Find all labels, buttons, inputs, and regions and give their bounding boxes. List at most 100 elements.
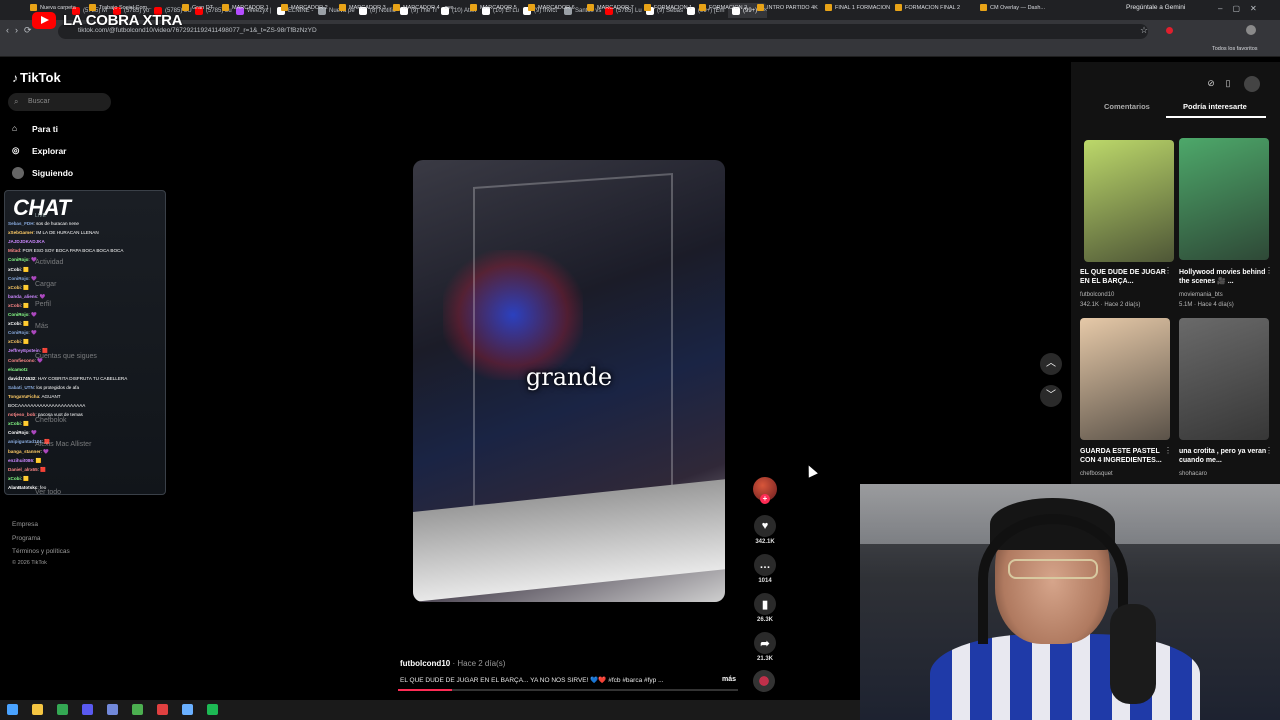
address-bar[interactable]: tiktok.com/@futbolcond10/video/767292119… — [58, 24, 1148, 39]
device-icon[interactable]: ▯ — [1222, 78, 1234, 90]
footer-link[interactable]: Empresa — [12, 521, 38, 528]
more-options-icon[interactable]: ⋮ — [1164, 266, 1172, 275]
tiktok-note-icon: ♪ — [12, 71, 18, 85]
author-name[interactable]: futbolcond10 — [400, 659, 450, 668]
bookmark-item[interactable]: MARCADOR 2 — [281, 4, 328, 11]
folder-icon — [339, 4, 346, 11]
explorer-icon[interactable] — [32, 704, 43, 715]
footer-link[interactable]: Términos y políticas — [12, 548, 70, 555]
bookmark-item[interactable]: Gran DT — [182, 4, 213, 11]
video-card-author[interactable]: moviemania_bts — [1179, 292, 1223, 298]
home-icon: ⌂ — [12, 123, 18, 133]
windows-icon[interactable] — [7, 704, 18, 715]
folder-icon — [528, 4, 535, 11]
discord-icon[interactable] — [107, 704, 118, 715]
like-button[interactable]: ♥ 342.1K — [752, 515, 778, 545]
window-controls[interactable]: –▢✕ — [1218, 4, 1267, 13]
browser-icon[interactable] — [157, 704, 168, 715]
profile-avatar[interactable] — [1246, 25, 1256, 35]
video-card-title[interactable]: EL QUE DUDE DE JUGAR EN EL BARÇA... — [1080, 268, 1172, 286]
previous-video-button[interactable]: ︿ — [1040, 353, 1062, 375]
bookmark-item[interactable]: FORMACION 2 — [699, 4, 747, 11]
all-bookmarks-link[interactable]: Todos los favoritos — [1212, 46, 1258, 52]
chat-message: xCobi: 🟨 — [8, 339, 29, 345]
bookmark-item[interactable]: MARCADOR 6 — [528, 4, 575, 11]
like-count: 342.1K — [755, 539, 775, 545]
footer-link[interactable]: Programa — [12, 535, 41, 542]
folder-icon — [89, 4, 96, 11]
tiktok-logo[interactable]: ♪ TikTok — [12, 70, 61, 85]
bookmark-item[interactable]: CM Overlay — Dash... — [980, 4, 1045, 11]
chat-message: xCobi: 🟨 — [8, 321, 29, 327]
chat-username: xCobi — [8, 302, 21, 308]
video-card-thumb[interactable] — [1084, 140, 1174, 262]
bookmark-star-icon[interactable]: ☆ — [1140, 25, 1148, 36]
nav-label: Para ti — [32, 124, 58, 134]
folder-icon — [644, 4, 651, 11]
extension-icon[interactable] — [1166, 27, 1173, 34]
bookmark-icon: ▮ — [754, 593, 776, 615]
nav-item-para-ti[interactable]: ⌂ Para ti — [12, 123, 58, 135]
obs-icon[interactable] — [132, 704, 143, 715]
search-input[interactable]: Buscar — [8, 93, 111, 111]
bookmark-item[interactable]: MARCADOR 4 - ove... — [393, 4, 458, 11]
active-tab-indicator — [1166, 116, 1266, 118]
nav-item-explorar[interactable]: ◎ Explorar — [12, 145, 67, 157]
video-card-thumb[interactable] — [1179, 138, 1269, 260]
video-card-title[interactable]: una crotita , pero ya veran cuando me... — [1179, 447, 1271, 465]
settings-icon[interactable]: ⊘ — [1205, 78, 1217, 90]
share-button[interactable]: ➦ 21.3K — [752, 632, 778, 662]
spotify-icon[interactable] — [207, 704, 218, 715]
folder-icon — [222, 4, 229, 11]
notes-icon[interactable] — [182, 704, 193, 715]
chat-username: TongaVuFicha — [8, 393, 40, 399]
more-options-icon[interactable]: ⋮ — [1265, 266, 1273, 275]
chat-text: : 🟨 — [20, 475, 30, 481]
music-disc-icon[interactable] — [753, 670, 775, 692]
bookmark-item[interactable]: FINAL 1 FORMACION — [825, 4, 890, 11]
bookmark-item[interactable]: MARCADOR 5 — [470, 4, 517, 11]
app-icon[interactable] — [82, 704, 93, 715]
video-card-stats: 342.1K · Hace 2 día(s) — [1080, 302, 1141, 308]
bookmark-label: FORMACION FINAL 2 — [905, 4, 961, 11]
more-options-icon[interactable]: ⋮ — [1265, 446, 1273, 455]
video-caption: grande — [525, 363, 613, 391]
video-author[interactable]: futbolcond10 · Hace 2 día(s) — [400, 659, 505, 668]
video-card-thumb[interactable] — [1080, 318, 1170, 440]
bookmark-item[interactable]: Nueva carpeta — [30, 4, 76, 11]
chat-text: : los protegidos de afa — [33, 384, 79, 390]
video-card-thumb[interactable] — [1179, 318, 1269, 440]
chrome-icon[interactable] — [57, 704, 68, 715]
chevron-down-icon: ﹀ — [1046, 390, 1056, 401]
bookmark-item[interactable]: FORMACION 1 — [644, 4, 692, 11]
follow-button[interactable]: + — [760, 494, 770, 504]
bookmark-label: FINAL 1 FORMACION — [835, 4, 891, 11]
bookmark-item[interactable]: INTRO PARTIDO 4K — [757, 4, 818, 11]
more-options-icon[interactable]: ⋮ — [1164, 446, 1172, 455]
folder-icon — [980, 4, 987, 11]
more-button[interactable]: más — [722, 676, 736, 683]
tab-comentarios[interactable]: Comentarios — [1104, 102, 1150, 111]
next-video-button[interactable]: ﹀ — [1040, 385, 1062, 407]
gemini-button[interactable]: Pregúntale a Gemini — [1126, 4, 1185, 11]
video-card-author[interactable]: shohacaro — [1179, 471, 1207, 477]
bookmark-item[interactable]: MARCADOR 7 — [587, 4, 634, 11]
webcam-headset — [978, 514, 1128, 644]
search-icon: ⌕ — [14, 97, 19, 106]
nav-item-siguiendo[interactable]: Siguiendo — [12, 167, 73, 179]
save-button[interactable]: ▮ 26.3K — [752, 593, 778, 623]
bookmark-label: MARCADOR 5 — [480, 4, 517, 11]
tab-podria-interesarte[interactable]: Podría interesarte — [1183, 102, 1247, 111]
folder-icon — [699, 4, 706, 11]
bookmark-item[interactable]: MARCADOR 1 — [222, 4, 269, 11]
bookmark-item[interactable]: MARCADOR 3 — [339, 4, 386, 11]
bookmark-item[interactable]: FORMACION FINAL 2 — [895, 4, 960, 11]
profile-icon[interactable] — [1244, 76, 1260, 92]
youtube-logo-icon — [32, 12, 56, 29]
bookmark-item[interactable]: Trabajo Social Com... — [89, 4, 152, 11]
video-card-title[interactable]: GUARDA ESTE PASTEL CON 4 INGREDIENTES... — [1080, 447, 1172, 465]
comment-button[interactable]: … 1014 — [752, 554, 778, 584]
video-card-title[interactable]: Hollywood movies behind the scenes 🎥 ... — [1179, 268, 1271, 286]
video-card-author[interactable]: chefbosquet — [1080, 471, 1113, 477]
video-card-author[interactable]: futbolcond10 — [1080, 292, 1114, 298]
